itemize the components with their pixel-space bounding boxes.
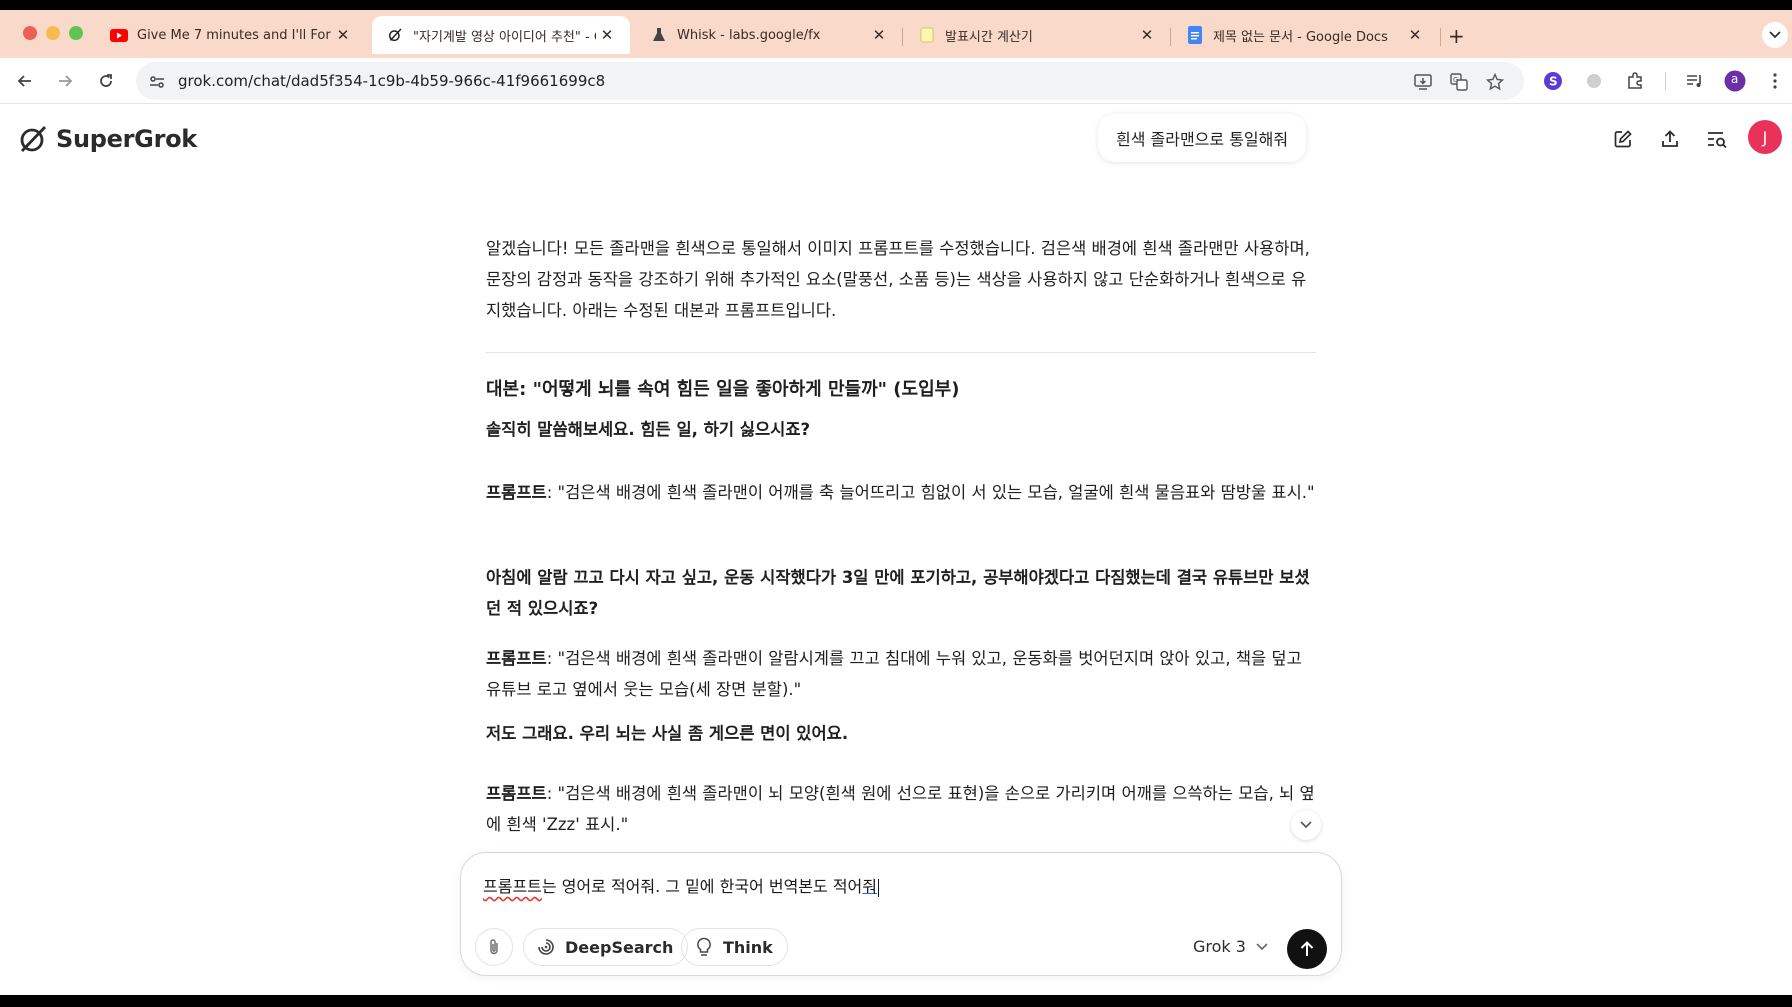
send-button[interactable] <box>1287 929 1327 969</box>
message-composer: 프롬프트는 영어로 적어줘. 그 밑에 한국어 번역본도 적어줘 DeepSea… <box>460 852 1342 976</box>
browser-window: Give Me 7 minutes and I'll For ✕ "자기계발 영… <box>0 10 1792 995</box>
minimize-window-button[interactable] <box>46 26 60 40</box>
close-tab-icon[interactable]: ✕ <box>332 26 354 44</box>
deepsearch-icon <box>536 937 556 957</box>
arrow-right-icon <box>59 75 73 87</box>
note-icon <box>918 26 936 44</box>
media-controls-icon[interactable] <box>1684 70 1706 92</box>
prompt-paragraph: 프롬프트: "검은색 배경에 흰색 졸라맨이 알람시계를 끄고 침대에 누워 있… <box>486 643 1316 705</box>
prompt-label: 프롬프트 <box>486 784 547 803</box>
translate-icon[interactable]: G <box>1448 71 1470 93</box>
tab-youtube[interactable]: Give Me 7 minutes and I'll For ✕ <box>96 16 366 54</box>
tab-strip: Give Me 7 minutes and I'll For ✕ "자기계발 영… <box>0 10 1792 58</box>
think-button[interactable]: Think <box>681 928 788 966</box>
chat-title[interactable]: 흰색 졸라맨으로 통일해줘 <box>1098 114 1307 162</box>
docs-icon <box>1186 26 1204 44</box>
tab-grok-active[interactable]: "자기계발 영상 아이디어 추천" - G ✕ <box>372 16 630 54</box>
grok-logo-icon <box>20 126 47 152</box>
chevron-down-icon <box>1769 31 1781 39</box>
svg-text:G: G <box>1453 76 1458 84</box>
bookmark-star-icon[interactable] <box>1484 71 1506 93</box>
install-app-icon[interactable] <box>1412 71 1434 93</box>
paperclip-icon <box>490 939 498 955</box>
tab-divider <box>1170 28 1171 46</box>
chevron-down-icon <box>1256 942 1268 950</box>
url-text: grok.com/chat/dad5f354-1c9b-4b59-966c-41… <box>178 72 606 90</box>
share-button[interactable] <box>1657 126 1683 152</box>
tab-divider <box>902 28 903 46</box>
chevron-down-icon <box>1300 821 1312 829</box>
script-line: 아침에 알람 끄고 다시 자고 싶고, 운동 시작했다가 3일 만에 포기하고,… <box>486 568 1310 618</box>
reload-button[interactable] <box>95 70 117 92</box>
browser-toolbar: grok.com/chat/dad5f354-1c9b-4b59-966c-41… <box>0 58 1792 104</box>
forward-button[interactable] <box>54 70 76 92</box>
new-tab-button[interactable]: + <box>1448 24 1465 48</box>
flask-icon <box>650 26 668 44</box>
app-header: SuperGrok 흰색 졸라맨으로 통일해줘 J <box>0 104 1792 176</box>
prompt-label: 프롬프트 <box>486 483 547 502</box>
svg-text:S: S <box>1549 75 1558 89</box>
composer-input[interactable]: 프롬프트는 영어로 적어줘. 그 밑에 한국어 번역본도 적어줘 <box>483 873 879 897</box>
script-heading: 대본: "어떻게 뇌를 속여 힘든 일을 좋아하게 만들까" (도입부) <box>486 379 960 400</box>
attach-button[interactable] <box>475 928 513 966</box>
extensions-icon[interactable] <box>1624 70 1646 92</box>
scroll-to-bottom-button[interactable] <box>1291 810 1321 840</box>
deepsearch-button[interactable]: DeepSearch <box>523 928 689 966</box>
reload-icon <box>100 74 112 87</box>
arrow-left-icon <box>17 75 31 87</box>
script-line: 저도 그래요. 우리 뇌는 사실 좀 게으른 면이 있어요. <box>486 724 849 743</box>
list-search-icon <box>1708 132 1727 149</box>
tab-google-docs[interactable]: 제목 없는 문서 - Google Docs ✕ <box>1172 16 1438 54</box>
history-search-button[interactable] <box>1704 126 1730 152</box>
user-avatar[interactable]: J <box>1748 120 1782 154</box>
youtube-icon <box>110 26 128 44</box>
prompt-paragraph: 프롬프트: "검은색 배경에 흰색 졸라맨이 뇌 모양(흰색 원에 선으로 표현… <box>486 778 1316 840</box>
maximize-window-button[interactable] <box>69 26 83 40</box>
close-tab-icon[interactable]: ✕ <box>596 26 618 44</box>
address-bar[interactable]: grok.com/chat/dad5f354-1c9b-4b59-966c-41… <box>136 62 1524 100</box>
extension-puzzle-gray-icon[interactable] <box>1583 70 1605 92</box>
text-caret <box>878 878 879 897</box>
grok-icon <box>386 26 404 44</box>
model-selector[interactable]: Grok 3 <box>1193 937 1268 956</box>
site-settings-icon[interactable] <box>146 71 168 93</box>
supergrok-logo[interactable]: SuperGrok <box>18 124 197 154</box>
close-tab-icon[interactable]: ✕ <box>1404 26 1426 44</box>
prompt-text: : "검은색 배경에 흰색 졸라맨이 어깨를 축 늘어뜨리고 힘없이 서 있는 … <box>546 483 1315 502</box>
prompt-text: : "검은색 배경에 흰색 졸라맨이 알람시계를 끄고 침대에 누워 있고, 운… <box>486 649 1302 699</box>
tab-search-button[interactable] <box>1762 22 1788 48</box>
upload-icon <box>1662 130 1678 147</box>
intro-paragraph: 알겠습니다! 모든 졸라맨을 흰색으로 통일해서 이미지 프롬프트를 수정했습니… <box>486 239 1310 320</box>
prompt-text: : "검은색 배경에 흰색 졸라맨이 뇌 모양(흰색 원에 선으로 표현)을 손… <box>486 784 1315 834</box>
arrow-up-icon <box>1300 941 1314 956</box>
section-divider <box>486 352 1316 353</box>
browser-menu-icon[interactable] <box>1764 70 1786 92</box>
profile-avatar[interactable]: a <box>1724 70 1746 92</box>
new-chat-button[interactable] <box>1610 126 1636 152</box>
tab-presentation-timer[interactable]: 발표시간 계산기 ✕ <box>904 16 1170 54</box>
extension-s-icon[interactable]: S <box>1542 70 1564 92</box>
lightbulb-icon <box>694 937 714 957</box>
tab-divider <box>1440 28 1441 46</box>
close-tab-icon[interactable]: ✕ <box>868 26 890 44</box>
back-button[interactable] <box>14 70 36 92</box>
close-window-button[interactable] <box>23 26 37 40</box>
script-line: 솔직히 말씀해보세요. 힘든 일, 하기 싫으시죠? <box>486 420 811 439</box>
edit-icon <box>1614 130 1632 148</box>
prompt-paragraph: 프롬프트: "검은색 배경에 흰색 졸라맨이 어깨를 축 늘어뜨리고 힘없이 서… <box>486 477 1316 508</box>
prompt-label: 프롬프트 <box>486 649 547 668</box>
close-tab-icon[interactable]: ✕ <box>1136 26 1158 44</box>
tab-whisk[interactable]: Whisk - labs.google/fx ✕ <box>636 16 902 54</box>
toolbar-divider <box>1665 72 1666 90</box>
